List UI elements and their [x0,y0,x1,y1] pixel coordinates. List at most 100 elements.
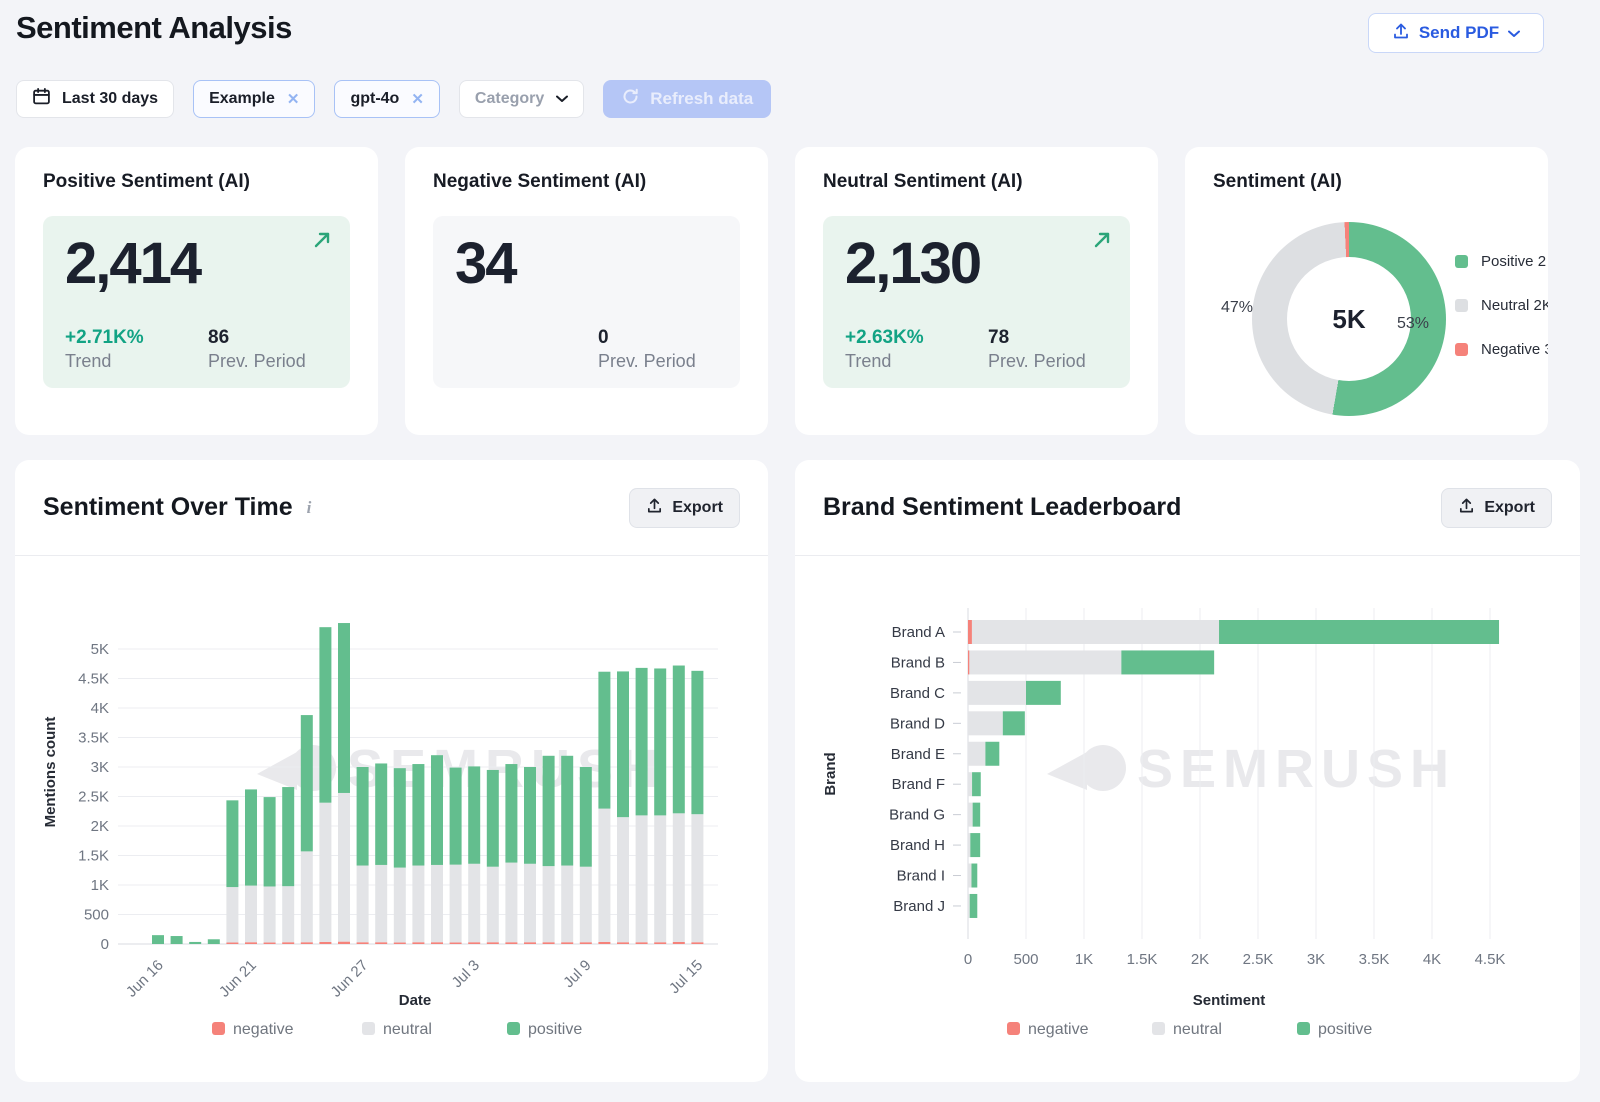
time-bar-negative[interactable] [654,942,666,944]
time-bar-positive[interactable] [319,627,331,803]
time-bar-positive[interactable] [431,755,443,865]
brand-bar-positive[interactable] [1026,681,1061,705]
time-bar-positive[interactable] [636,668,648,816]
brand-bar-positive[interactable] [970,833,980,857]
send-pdf-button[interactable]: Send PDF [1368,13,1544,53]
time-bar-neutral[interactable] [580,867,592,943]
brand-bar-positive[interactable] [971,864,977,888]
brand-bar-negative[interactable] [968,620,972,644]
time-bar-negative[interactable] [301,942,313,944]
brand-bar-neutral[interactable] [968,894,970,918]
time-bar-neutral[interactable] [450,865,462,943]
brand-bar-neutral[interactable] [968,803,973,827]
time-bar-positive[interactable] [691,671,703,814]
filter-chip-gpt-4o[interactable]: gpt-4o ✕ [334,80,439,118]
time-bar-negative[interactable] [264,943,276,944]
time-bar-positive[interactable] [412,764,424,865]
export-button[interactable]: Export [629,488,740,528]
time-bar-neutral[interactable] [561,866,573,943]
time-bar-neutral[interactable] [673,813,685,942]
brand-bar-positive[interactable] [973,803,981,827]
time-bar-positive[interactable] [189,942,201,944]
time-bar-positive[interactable] [561,756,573,866]
close-icon[interactable]: ✕ [411,90,424,108]
brand-bar-positive[interactable] [972,772,981,796]
time-bar-negative[interactable] [375,942,387,944]
time-bar-neutral[interactable] [375,865,387,942]
time-bar-neutral[interactable] [394,868,406,943]
time-bar-neutral[interactable] [338,793,350,942]
time-bar-negative[interactable] [580,942,592,944]
info-icon[interactable]: i [307,498,312,518]
brand-bar-neutral[interactable] [972,620,1219,644]
brand-bar-neutral[interactable] [968,772,972,796]
brand-bar-positive[interactable] [1121,650,1214,674]
time-bar-positive[interactable] [301,715,313,851]
brand-bar-positive[interactable] [985,742,999,766]
time-bar-negative[interactable] [524,942,536,944]
time-bar-neutral[interactable] [468,864,480,942]
time-bar-positive[interactable] [543,756,555,866]
time-bar-positive[interactable] [171,936,183,944]
time-bar-positive[interactable] [580,767,592,867]
time-bar-neutral[interactable] [524,864,536,942]
time-bar-negative[interactable] [431,942,443,944]
time-bar-neutral[interactable] [543,866,555,942]
time-bar-negative[interactable] [487,942,499,944]
time-bar-negative[interactable] [598,942,610,944]
time-bar-positive[interactable] [208,939,220,944]
time-bar-neutral[interactable] [264,886,276,942]
brand-bar-neutral[interactable] [969,650,1121,674]
time-bar-neutral[interactable] [226,887,238,942]
time-bar-positive[interactable] [487,770,499,867]
filter-chip-example[interactable]: Example ✕ [193,80,315,118]
time-bar-positive[interactable] [245,789,257,885]
time-bar-neutral[interactable] [282,886,294,942]
date-range-picker[interactable]: Last 30 days [16,80,174,118]
time-bar-positive[interactable] [450,768,462,865]
close-icon[interactable]: ✕ [287,90,300,108]
time-bar-neutral[interactable] [357,866,369,943]
brand-bar-positive[interactable] [970,894,978,918]
time-bar-positive[interactable] [357,767,369,866]
time-bar-positive[interactable] [468,766,480,863]
time-bar-neutral[interactable] [301,851,313,942]
brand-bar-neutral[interactable] [968,833,970,857]
time-bar-negative[interactable] [673,942,685,944]
time-bar-neutral[interactable] [691,814,703,942]
time-bar-positive[interactable] [654,668,666,815]
time-bar-negative[interactable] [543,942,555,944]
time-bar-positive[interactable] [338,623,350,793]
time-bar-negative[interactable] [357,942,369,944]
time-bar-negative[interactable] [468,942,480,944]
time-bar-neutral[interactable] [654,815,666,942]
time-bar-negative[interactable] [245,942,257,944]
time-bar-positive[interactable] [152,935,164,944]
time-bar-neutral[interactable] [617,817,629,942]
time-bar-neutral[interactable] [319,803,331,942]
time-bar-neutral[interactable] [487,867,499,943]
time-bar-negative[interactable] [394,943,406,944]
time-bar-neutral[interactable] [245,886,257,943]
export-button[interactable]: Export [1441,488,1552,528]
time-bar-positive[interactable] [598,672,610,809]
time-bar-positive[interactable] [394,768,406,867]
time-bar-positive[interactable] [505,764,517,863]
time-bar-neutral[interactable] [636,815,648,942]
brand-bar-neutral[interactable] [968,864,971,888]
time-bar-negative[interactable] [338,942,350,944]
time-bar-negative[interactable] [505,942,517,944]
time-bar-positive[interactable] [617,671,629,817]
brand-bar-neutral[interactable] [968,681,1026,705]
brand-bar-positive[interactable] [1219,620,1499,644]
time-bar-neutral[interactable] [598,809,610,942]
time-bar-neutral[interactable] [412,866,424,943]
time-bar-negative[interactable] [561,942,573,944]
time-bar-negative[interactable] [617,942,629,944]
refresh-data-button[interactable]: Refresh data [603,80,771,118]
time-bar-negative[interactable] [226,943,238,944]
time-bar-negative[interactable] [319,942,331,944]
time-bar-positive[interactable] [282,787,294,886]
time-bar-negative[interactable] [412,942,424,944]
time-bar-positive[interactable] [524,767,536,864]
